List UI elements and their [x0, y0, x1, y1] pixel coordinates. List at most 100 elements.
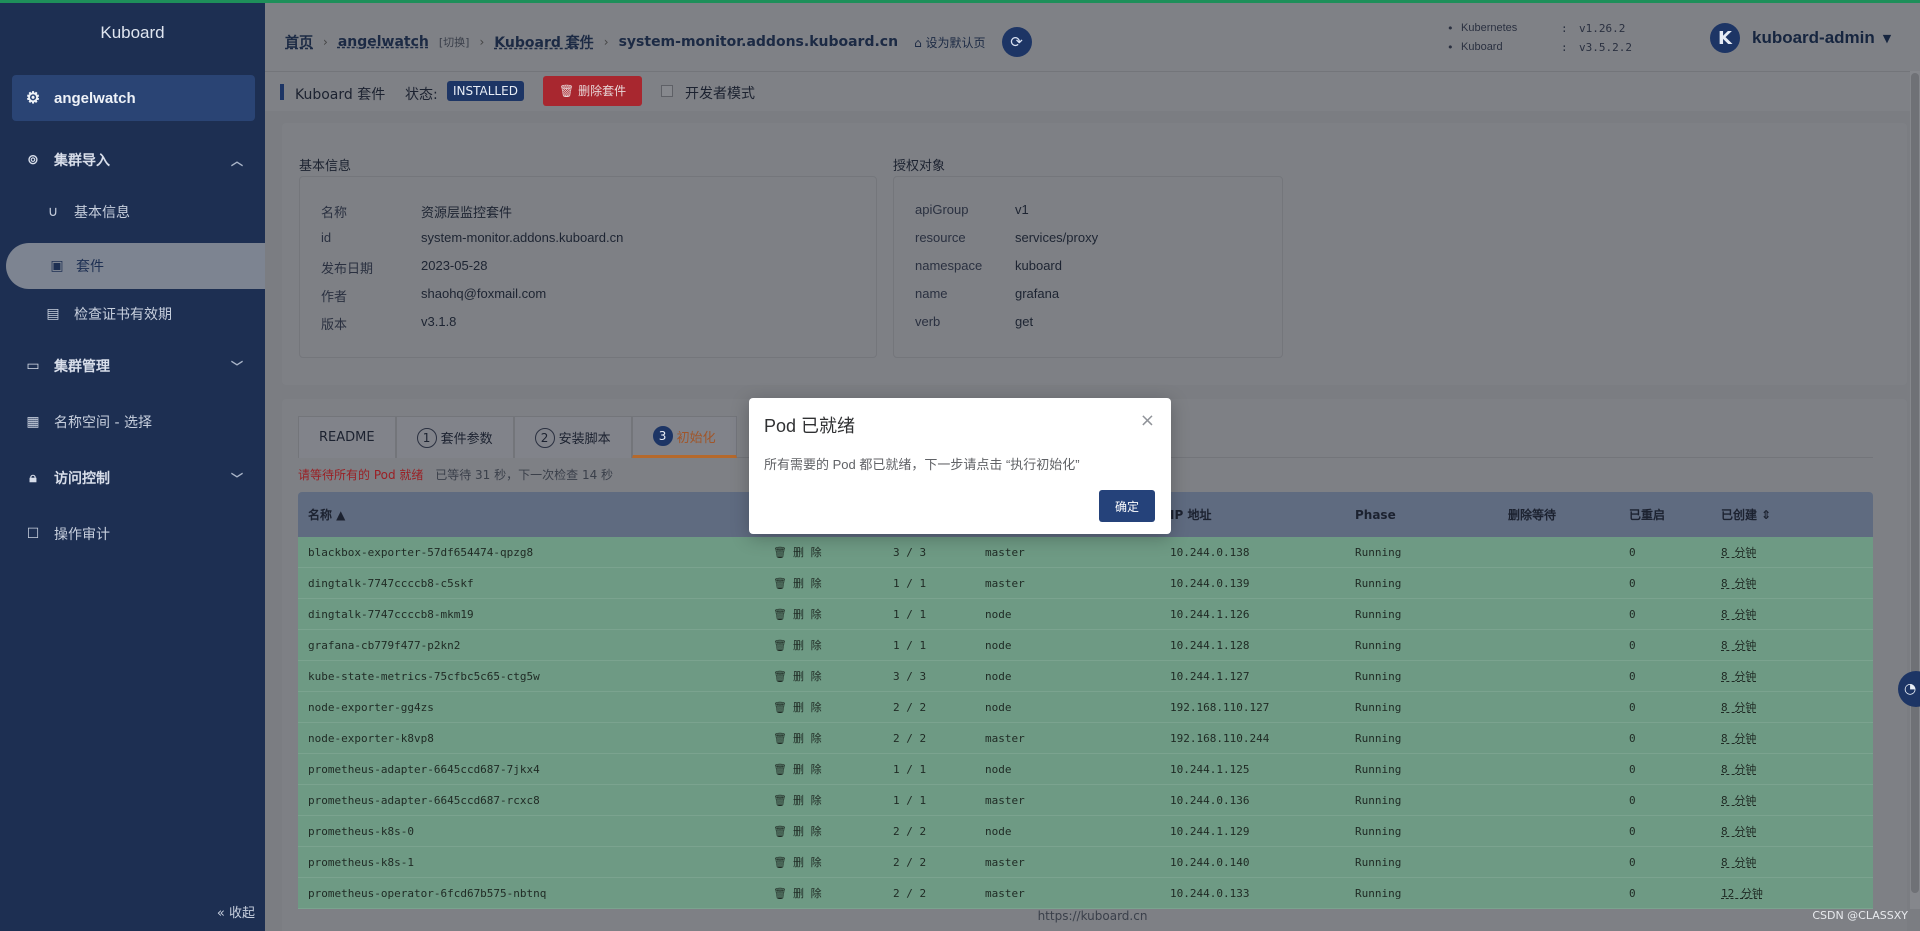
pod-name[interactable]: node-exporter-k8vp8 [298, 732, 773, 745]
version-info: • Kubernetes : v1.26.2 • Kuboard : v3.5.… [1447, 19, 1632, 57]
dialog-message: 所有需要的 Pod 都已就绪，下一步请点击 “执行初始化” [764, 457, 1080, 472]
wait-status: 请等待所有的 Pod 就绪 已等待 31 秒，下一次检查 14 秒 [298, 466, 613, 483]
delete-pod-button[interactable]: 🗑︎ 删 除 [773, 699, 893, 715]
basic-info-box [299, 176, 877, 358]
pod-name[interactable]: prometheus-k8s-1 [298, 856, 773, 869]
pod-name[interactable]: kube-state-metrics-75cfbc5c65-ctg5w [298, 670, 773, 683]
pod-ip: 192.168.110.244 [1170, 731, 1270, 745]
delete-pod-label: 删 除 [792, 794, 822, 807]
table-row: dingtalk-7747ccccb8-c5skf 🗑︎ 删 除 1 / 1 maste… [298, 568, 1873, 599]
pod-phase: Running [1355, 886, 1402, 900]
pod-restarts: 0 [1629, 700, 1636, 714]
delete-pod-button[interactable]: 🗑︎ 删 除 [773, 854, 893, 870]
close-icon[interactable]: × [1140, 410, 1155, 431]
col-name-header[interactable]: 名称 ▲ [298, 506, 773, 523]
pod-name[interactable]: node-exporter-gg4zs [298, 701, 773, 714]
table-row: blackbox-exporter-57df654474-qpzg8 🗑︎ 删 除 3… [298, 537, 1873, 568]
auth-title: 授权对象 [893, 159, 946, 174]
delete-pod-button[interactable]: 🗑︎ 删 除 [773, 885, 893, 901]
breadcrumb-switch[interactable]: [切换] [439, 34, 470, 50]
pod-ready: 1 / 1 [893, 762, 927, 776]
pod-phase: Running [1355, 576, 1402, 590]
sidebar-item-access-control[interactable]: 🔒︎ 访问控制 ﹀ [0, 453, 265, 503]
delete-suite-button[interactable]: 🗑︎ 删除套件 [543, 76, 643, 106]
breadcrumb-home[interactable]: 首页 [285, 32, 313, 52]
tab-initialize[interactable]: 3 初始化 [631, 416, 737, 458]
sidebar-item-basic-info[interactable]: ∪ 基本信息 [0, 187, 265, 237]
briefcase-icon: ▣ [50, 258, 64, 274]
pod-age: 8 分钟 [1721, 608, 1757, 621]
delete-pod-label: 删 除 [792, 763, 822, 776]
pod-name[interactable]: prometheus-operator-6fcd67b575-nbtnq [298, 887, 773, 900]
pod-name[interactable]: prometheus-adapter-6645ccd687-rcxc8 [298, 794, 773, 807]
toolbar-title: Kuboard 套件 [295, 87, 386, 103]
sidebar-cluster[interactable]: ⚙ angelwatch [12, 75, 255, 121]
pod-name[interactable]: prometheus-k8s-0 [298, 825, 773, 838]
pod-phase: Running [1355, 669, 1402, 683]
version-colon: : [1561, 41, 1568, 54]
pod-node: master [985, 855, 1025, 869]
delete-pod-button[interactable]: 🗑︎ 删 除 [773, 823, 893, 839]
version-row: • Kuboard : v3.5.2.2 [1447, 38, 1632, 57]
scrollbar-thumb[interactable] [1911, 73, 1919, 893]
pod-name[interactable]: dingtalk-7747ccccb8-c5skf [298, 577, 773, 590]
footer-url[interactable]: https://kuboard.cn [265, 909, 1920, 923]
breadcrumb-suite[interactable]: Kuboard 套件 [494, 32, 593, 52]
tab-readme[interactable]: README [298, 416, 396, 458]
sidebar-item-cluster-manage[interactable]: ▭ 集群管理 ﹀ [0, 341, 265, 391]
kv-value: get [1015, 314, 1034, 329]
sidebar-collapse-button[interactable]: « 收起 [217, 902, 255, 921]
sidebar-item-cluster-import[interactable]: ⊚ 集群导入 ︿ [0, 135, 265, 185]
wait-message: 请等待所有的 Pod 就绪 [298, 468, 424, 482]
delete-pod-button[interactable]: 🗑︎ 删 除 [773, 575, 893, 591]
pod-ip: 10.244.1.126 [1170, 607, 1250, 621]
delete-pod-button[interactable]: 🗑︎ 删 除 [773, 730, 893, 746]
delete-pod-button[interactable]: 🗑︎ 删 除 [773, 668, 893, 684]
kv-value: v1 [1015, 202, 1029, 217]
sidebar-item-audit[interactable]: ☐ 操作审计 [0, 509, 265, 559]
sidebar-item-label: 名称空间 - 选择 [54, 415, 152, 431]
tab-suite-params[interactable]: 1 套件参数 [395, 416, 514, 458]
pod-ready: 2 / 2 [893, 855, 927, 869]
col-phase-header: Phase [1355, 507, 1396, 522]
step-number: 1 [416, 427, 437, 448]
breadcrumb-cluster[interactable]: angelwatch [338, 34, 429, 50]
pod-name[interactable]: grafana-cb779f477-p2kn2 [298, 639, 773, 652]
lock-icon: 🔒︎ [29, 470, 37, 486]
confirm-button[interactable]: 确定 [1099, 490, 1155, 522]
pod-restarts: 0 [1629, 638, 1636, 652]
delete-pod-button[interactable]: 🗑︎ 删 除 [773, 761, 893, 777]
kv-key: 版本 [321, 317, 348, 332]
sidebar-item-suite[interactable]: ▣ 套件 [6, 243, 265, 289]
col-created-header[interactable]: 已创建 ⇕ [1721, 506, 1871, 523]
delete-pod-label: 删 除 [792, 670, 822, 683]
box-icon: ▭ [26, 358, 40, 374]
tab-install-script[interactable]: 2 安装脚本 [513, 416, 632, 458]
table-row: prometheus-k8s-1 🗑︎ 删 除 2 / 2 master 10.244.0… [298, 847, 1873, 878]
pod-restarts: 0 [1629, 576, 1636, 590]
delete-pod-button[interactable]: 🗑︎ 删 除 [773, 606, 893, 622]
user-menu[interactable]: K kuboard-admin ▼ [1710, 23, 1891, 53]
sidebar-item-check-cert[interactable]: ▤ 检查证书有效期 [0, 289, 265, 339]
chevron-up-icon: ︿ [230, 153, 243, 168]
delete-pod-button[interactable]: 🗑︎ 删 除 [773, 544, 893, 560]
caret-down-icon: ▼ [1882, 31, 1892, 45]
dev-mode-checkbox[interactable] [661, 85, 673, 97]
tab-label: 套件参数 [440, 432, 493, 447]
dev-mode-label[interactable]: 开发者模式 [685, 83, 755, 103]
pod-ip: 10.244.1.129 [1170, 824, 1250, 838]
pod-ip: 10.244.0.140 [1170, 855, 1250, 869]
pod-name[interactable]: dingtalk-7747ccccb8-mkm19 [298, 608, 773, 621]
pod-name[interactable]: blackbox-exporter-57df654474-qpzg8 [298, 546, 773, 559]
delete-pod-button[interactable]: 🗑︎ 删 除 [773, 637, 893, 653]
pod-node: node [985, 638, 1012, 652]
pod-phase: Running [1355, 731, 1402, 745]
pod-age: 8 分钟 [1721, 577, 1757, 590]
sidebar-item-namespace-select[interactable]: ▦ 名称空间 - 选择 [0, 397, 265, 447]
delete-pod-label: 删 除 [792, 732, 822, 745]
set-default-page-link[interactable]: ⌂ 设为默认页 [914, 34, 985, 51]
refresh-button[interactable]: ⟳ [1001, 27, 1032, 57]
delete-pod-button[interactable]: 🗑︎ 删 除 [773, 792, 893, 808]
pod-name[interactable]: prometheus-adapter-6645ccd687-7jkx4 [298, 763, 773, 776]
sidebar-item-label: 套件 [76, 259, 104, 275]
